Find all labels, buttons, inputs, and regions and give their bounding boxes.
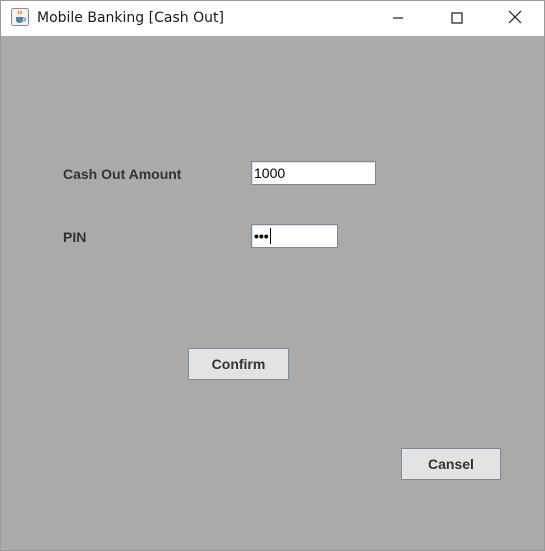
cash-out-amount-value: 1000 <box>254 165 286 181</box>
pin-masked-value: ••• <box>254 228 269 244</box>
window-title: Mobile Banking [Cash Out] <box>37 10 224 26</box>
cash-out-amount-label: Cash Out Amount <box>63 166 182 182</box>
pin-field[interactable]: ••• <box>251 224 338 248</box>
app-window: Mobile Banking [Cash Out] Cash Out Amoun… <box>0 0 545 551</box>
confirm-button[interactable]: Confirm <box>188 348 289 380</box>
minimize-icon <box>392 9 404 28</box>
pin-label: PIN <box>63 229 87 245</box>
java-cup-icon <box>11 8 29 26</box>
text-caret <box>269 228 271 244</box>
cash-out-form: Cash Out Amount 1000 PIN ••• Confirm Can… <box>1 36 544 550</box>
cash-out-amount-field[interactable]: 1000 <box>251 161 376 185</box>
close-button[interactable] <box>492 1 538 36</box>
minimize-button[interactable] <box>375 1 421 36</box>
close-icon <box>508 9 522 28</box>
maximize-icon <box>451 9 463 28</box>
maximize-button[interactable] <box>434 1 480 36</box>
cancel-button[interactable]: Cansel <box>401 448 501 480</box>
title-bar[interactable]: Mobile Banking [Cash Out] <box>1 1 544 36</box>
